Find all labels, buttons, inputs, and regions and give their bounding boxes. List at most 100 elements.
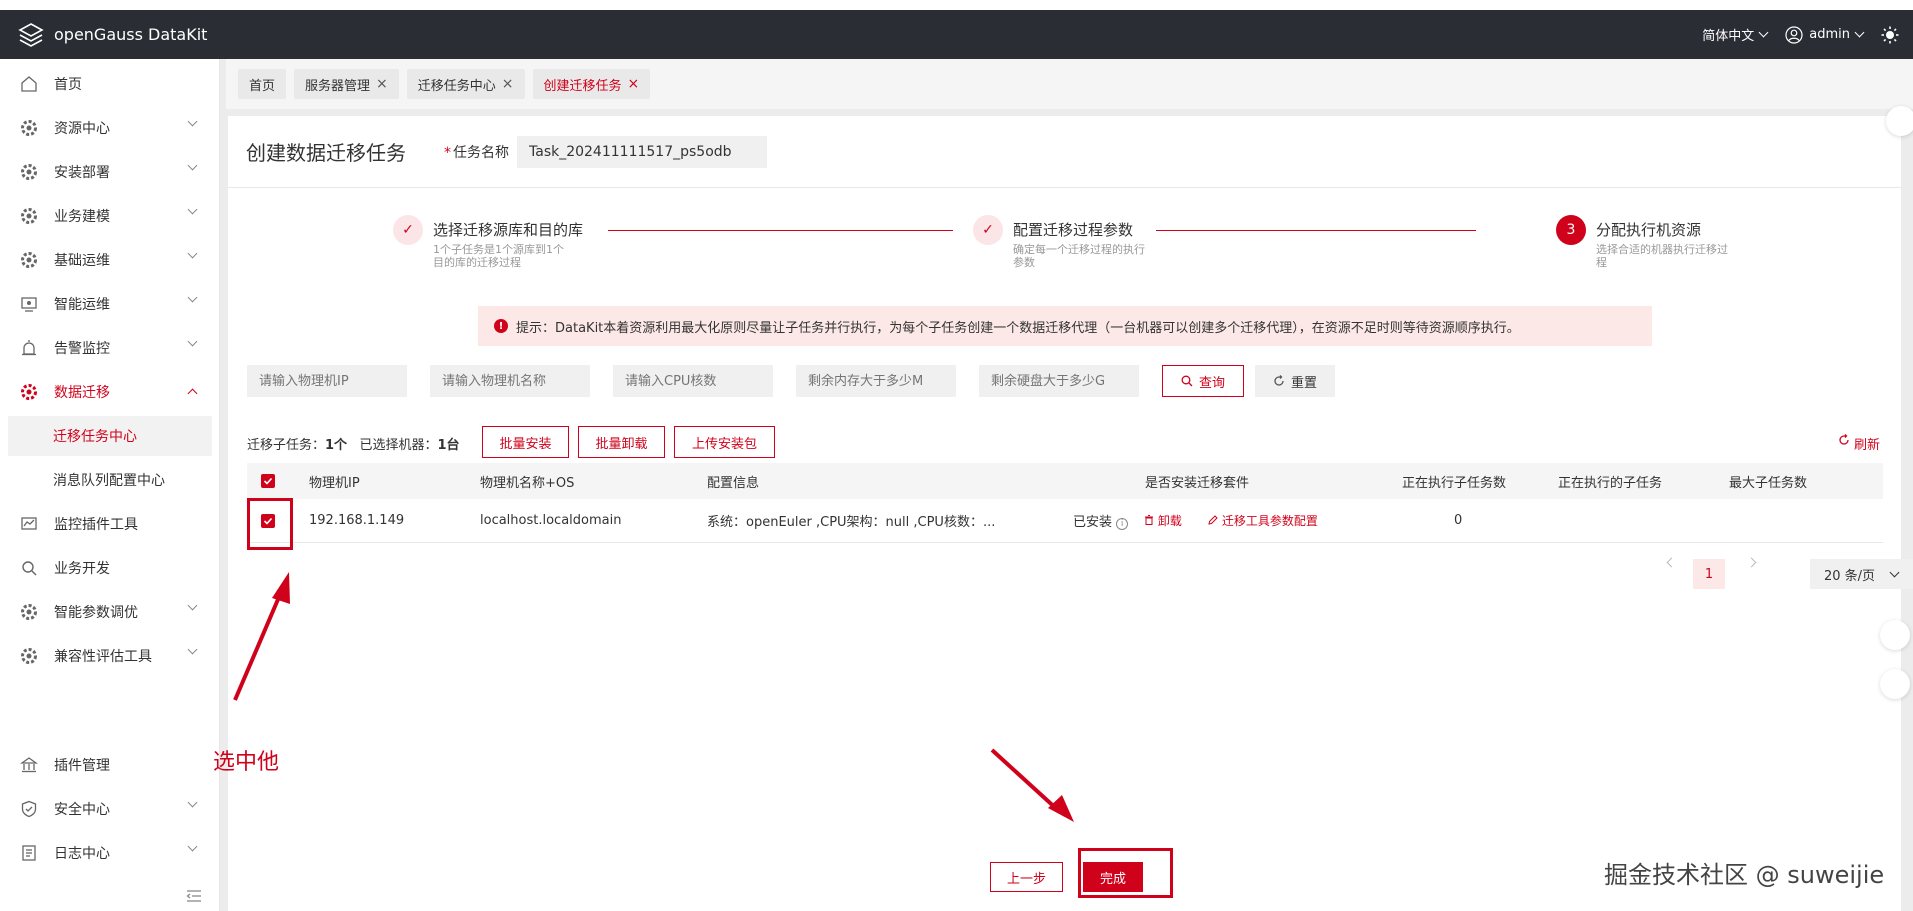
annotation-box-finish	[1078, 848, 1173, 898]
chevron-down-icon	[187, 336, 198, 347]
language-select[interactable]: 简体中文	[1702, 25, 1769, 44]
reset-button[interactable]: 重置	[1255, 365, 1335, 397]
cpu-filter-input[interactable]	[613, 365, 773, 397]
page-number[interactable]: 1	[1693, 559, 1725, 589]
app-title: openGauss DataKit	[54, 25, 208, 44]
batch-uninstall-button[interactable]: 批量卸载	[578, 426, 665, 458]
step-desc: 1个子任务是1个源库到1个目的库的迁移过程	[433, 243, 564, 269]
chevron-down-icon	[187, 116, 198, 127]
language-label: 简体中文	[1702, 29, 1755, 44]
sidebar-item-label: 基础运维	[54, 253, 110, 269]
tool-param-config-link[interactable]: 迁移工具参数配置	[1208, 512, 1318, 529]
task-name-input[interactable]	[517, 135, 767, 168]
sidebar-item-label: 安装部署	[54, 165, 110, 181]
tab-home[interactable]: 首页	[238, 69, 287, 99]
row-config: 系统：openEuler ,CPU架构：null ,CPU核数：...	[707, 515, 996, 530]
brand[interactable]: openGauss DataKit	[0, 22, 207, 48]
sidebar-item-business-dev[interactable]: 业务开发	[0, 548, 220, 588]
gear-icon	[20, 207, 38, 225]
chevron-down-icon	[187, 292, 198, 303]
collapse-sidebar-icon[interactable]	[186, 889, 202, 903]
sidebar-item-resource-center[interactable]: 资源中心	[0, 108, 220, 148]
close-icon[interactable]: ×	[502, 76, 514, 92]
sidebar-item-basic-ops[interactable]: 基础运维	[0, 240, 220, 280]
next-page-icon[interactable]	[1746, 557, 1757, 568]
gear-icon	[20, 119, 38, 137]
name-filter-input[interactable]	[430, 365, 590, 397]
upload-package-button[interactable]: 上传安装包	[674, 426, 775, 458]
monitor-icon	[20, 295, 38, 313]
sidebar-item-business-modeling[interactable]: 业务建模	[0, 196, 220, 236]
annotation-box-checkbox	[247, 498, 293, 550]
sidebar-item-param-tuning[interactable]: 智能参数调优	[0, 592, 220, 632]
plugin-icon	[20, 515, 38, 533]
leaf-icon[interactable]	[1886, 106, 1913, 136]
sidebar-item-compat-eval[interactable]: 兼容性评估工具	[0, 636, 220, 676]
tab-migration-task-center[interactable]: 迁移任务中心 ×	[406, 69, 525, 99]
sidebar-item-smart-ops[interactable]: 智能运维	[0, 284, 220, 324]
close-icon[interactable]: ×	[376, 76, 388, 92]
tab-server-manage[interactable]: 服务器管理 ×	[294, 69, 399, 99]
sidebar-item-security-center[interactable]: 安全中心	[0, 789, 220, 829]
sidebar-subitem-migration-task-center[interactable]: 迁移任务中心	[8, 416, 212, 456]
chevron-down-icon	[187, 797, 198, 808]
memory-filter-input[interactable]	[796, 365, 956, 397]
prev-page-icon[interactable]	[1666, 557, 1677, 568]
sidebar-item-label: 消息队列配置中心	[53, 473, 165, 489]
log-icon	[20, 844, 38, 862]
query-button[interactable]: 查询	[1162, 365, 1244, 397]
sidebar-item-home[interactable]: 首页	[0, 64, 220, 104]
reset-icon	[1274, 375, 1284, 386]
page-size-select[interactable]: 20 条/页	[1810, 559, 1913, 589]
sidebar-item-label: 智能运维	[54, 297, 110, 313]
search-icon	[1181, 375, 1193, 387]
row-running-count: 0	[1454, 513, 1463, 528]
sidebar-item-alarm-monitor[interactable]: 告警监控	[0, 328, 220, 368]
sidebar-subitem-mq-config-center[interactable]: 消息队列配置中心	[8, 460, 212, 500]
column-header: 是否安装迁移套件	[1145, 475, 1250, 491]
ip-filter-input[interactable]	[247, 365, 407, 397]
info-icon[interactable]: i	[1116, 518, 1129, 530]
sidebar-item-plugin-manage[interactable]: 插件管理	[0, 745, 220, 785]
sidebar-item-log-center[interactable]: 日志中心	[0, 833, 220, 873]
task-name-label: * 任务名称	[444, 144, 509, 161]
page-title: 创建数据迁移任务	[246, 141, 406, 165]
column-header: 物理机IP	[309, 475, 360, 491]
tab-label: 首页	[249, 78, 276, 94]
step-title: 分配执行机资源	[1596, 221, 1702, 239]
row-ip: 192.168.1.149	[309, 513, 405, 528]
batch-install-button[interactable]: 批量安装	[482, 426, 569, 458]
sidebar-item-label: 告警监控	[54, 341, 110, 357]
chevron-down-icon	[187, 160, 198, 171]
refresh-button[interactable]: 刷新	[1838, 434, 1880, 453]
step-number: 3	[1556, 215, 1586, 245]
close-icon[interactable]: ×	[628, 76, 640, 92]
user-name: admin	[1809, 27, 1850, 42]
sidebar-item-label: 业务开发	[54, 561, 110, 577]
table-row[interactable]: 192.168.1.149 localhost.localdomain 系统：o…	[247, 499, 1883, 543]
refresh-icon	[1839, 434, 1849, 445]
disk-filter-input[interactable]	[979, 365, 1139, 397]
sidebar-item-label: 数据迁移	[54, 385, 110, 401]
main-panel: 创建数据迁移任务 *任务名称 ✓ 选择迁移源库和目的库 1个子任务是1个源库到1…	[228, 116, 1913, 911]
select-all-checkbox[interactable]	[261, 474, 275, 488]
uninstall-link[interactable]: 卸载	[1144, 512, 1182, 529]
sun-icon[interactable]	[1881, 26, 1899, 44]
sidebar-item-install-deploy[interactable]: 安装部署	[0, 152, 220, 192]
globe-icon[interactable]	[1880, 669, 1910, 699]
sidebar-item-label: 监控插件工具	[54, 517, 138, 533]
step-connector	[608, 230, 953, 231]
table-header: 物理机IP 物理机名称+OS 配置信息 是否安装迁移套件 正在执行子任务数 正在…	[247, 463, 1883, 499]
column-header: 正在执行子任务数	[1402, 475, 1507, 491]
sidebar-item-monitor-plugin[interactable]: 监控插件工具	[0, 504, 220, 544]
tab-create-migration-task[interactable]: 创建迁移任务 ×	[532, 69, 651, 99]
sidebar-item-data-migration[interactable]: 数据迁移	[0, 372, 220, 412]
user-menu[interactable]: admin	[1785, 25, 1865, 44]
sidebar-item-label: 资源中心	[54, 121, 110, 137]
column-header: 正在执行的子任务	[1558, 475, 1663, 491]
column-header: 物理机名称+OS	[480, 475, 575, 491]
annotation-label: 选中他	[213, 750, 280, 775]
prev-step-button[interactable]: 上一步	[990, 862, 1063, 892]
sidebar-item-label: 首页	[54, 77, 82, 93]
book-icon[interactable]	[1880, 620, 1910, 650]
